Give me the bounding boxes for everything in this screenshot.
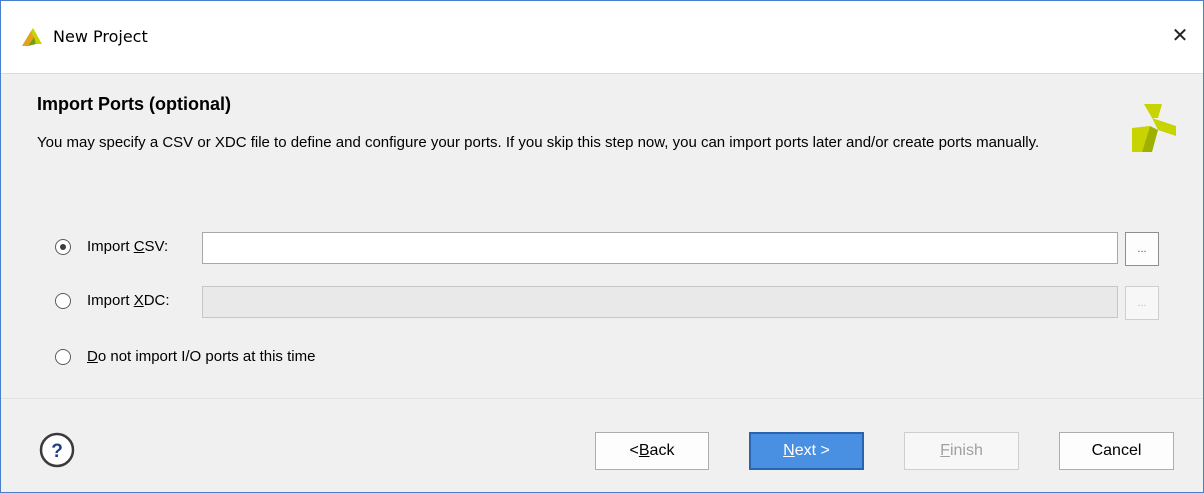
window-title: New Project bbox=[53, 27, 148, 46]
help-glyph: ? bbox=[51, 441, 63, 462]
import-xdc-radio[interactable] bbox=[55, 293, 71, 309]
wizard-content: Import Ports (optional) You may specify … bbox=[1, 74, 1203, 399]
xdc-file-input bbox=[202, 286, 1118, 318]
cancel-button[interactable]: Cancel bbox=[1059, 432, 1174, 470]
close-icon: ✕ bbox=[1171, 23, 1189, 47]
import-csv-row: Import CSV: ... bbox=[55, 231, 1165, 266]
no-import-radio[interactable] bbox=[55, 349, 71, 365]
no-import-row: Do not import I/O ports at this time bbox=[55, 341, 1165, 375]
import-csv-label[interactable]: Import CSV: bbox=[87, 238, 168, 255]
title-bar: New Project ✕ bbox=[1, 1, 1203, 74]
new-project-dialog: New Project ✕ Import Ports (optional) Yo… bbox=[0, 0, 1204, 493]
dialog-footer: ? < Back Next > Finish Cancel bbox=[1, 399, 1203, 492]
page-heading: Import Ports (optional) bbox=[37, 94, 231, 114]
no-import-label[interactable]: Do not import I/O ports at this time bbox=[87, 348, 315, 365]
back-button[interactable]: < Back bbox=[595, 432, 709, 470]
close-button[interactable]: ✕ bbox=[1157, 15, 1203, 55]
csv-file-input[interactable] bbox=[202, 232, 1118, 264]
import-xdc-row: Import XDC: ... bbox=[55, 285, 1165, 320]
browse-csv-button[interactable]: ... bbox=[1125, 232, 1159, 266]
import-xdc-label[interactable]: Import XDC: bbox=[87, 292, 170, 309]
vivado-logo-icon bbox=[1132, 104, 1176, 152]
browse-xdc-button: ... bbox=[1125, 286, 1159, 320]
page-description: You may specify a CSV or XDC file to def… bbox=[37, 134, 1040, 151]
vivado-logo-icon bbox=[22, 28, 42, 46]
finish-button: Finish bbox=[904, 432, 1019, 470]
next-button[interactable]: Next > bbox=[749, 432, 864, 470]
help-icon[interactable]: ? bbox=[39, 432, 75, 468]
import-csv-radio[interactable] bbox=[55, 239, 71, 255]
